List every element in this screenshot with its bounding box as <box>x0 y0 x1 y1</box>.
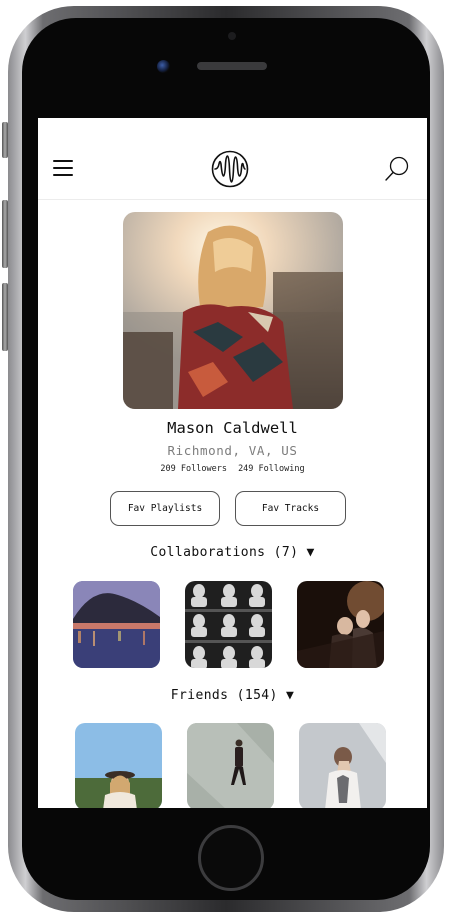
profile-location: Richmond, VA, US <box>167 443 298 458</box>
volume-down-button <box>2 283 8 351</box>
friend-thumb-2[interactable] <box>187 723 274 808</box>
front-camera <box>157 60 170 73</box>
friend-thumb-3[interactable] <box>299 723 386 808</box>
followers-count[interactable]: 209 Followers <box>160 464 227 474</box>
friends-header[interactable]: Friends (154) ▼ <box>38 688 427 703</box>
friend-thumb-1[interactable] <box>75 723 162 808</box>
top-navbar <box>38 118 427 200</box>
collaboration-thumb-2[interactable] <box>185 581 272 668</box>
home-button[interactable] <box>198 825 264 891</box>
collaboration-thumb-3[interactable] <box>297 581 384 668</box>
following-count[interactable]: 249 Following <box>238 464 305 474</box>
earpiece-speaker <box>197 62 267 70</box>
hamburger-menu-icon[interactable] <box>53 160 73 177</box>
profile-name: Mason Caldwell <box>167 419 298 437</box>
profile-avatar[interactable] <box>123 212 343 409</box>
profile-stats: 209 Followers 249 Following <box>38 464 427 474</box>
app-screen: Mason Caldwell Richmond, VA, US 209 Foll… <box>38 118 427 808</box>
search-icon[interactable] <box>384 156 410 182</box>
fav-playlists-button[interactable]: Fav Playlists <box>110 491 220 526</box>
proximity-sensor <box>228 32 236 40</box>
fav-tracks-button[interactable]: Fav Tracks <box>235 491 346 526</box>
volume-up-button <box>2 200 8 268</box>
mute-switch <box>2 122 8 158</box>
collaboration-thumb-1[interactable] <box>73 581 160 668</box>
collaborations-header[interactable]: Collaborations (7) ▼ <box>38 545 427 560</box>
soundwave-logo-icon[interactable] <box>211 150 249 188</box>
